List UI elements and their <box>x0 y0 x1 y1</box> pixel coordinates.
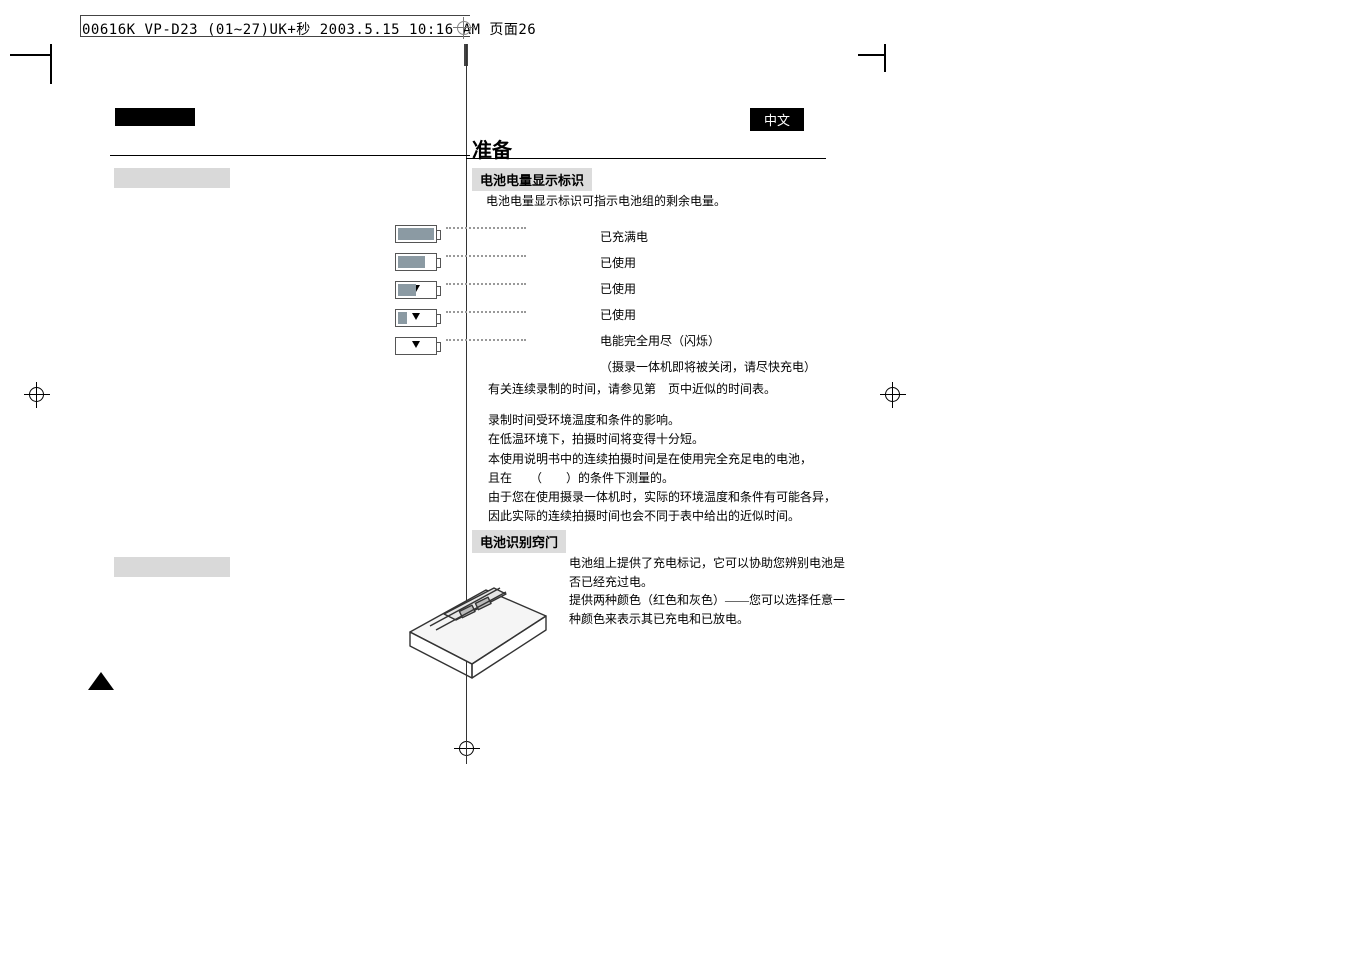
battery-50-icon <box>395 281 437 299</box>
leader-dots <box>446 311 526 313</box>
battery-level-diagram <box>395 225 550 365</box>
level-label: 已使用 <box>600 280 816 297</box>
left-black-tab <box>115 108 195 126</box>
leader-dots <box>446 227 526 229</box>
crop-mark <box>10 54 50 56</box>
leader-dots <box>446 339 526 341</box>
crop-mark <box>884 44 886 72</box>
header-register-icon <box>453 17 475 39</box>
left-grey-tab-2 <box>114 557 230 577</box>
battery-pack-illustration <box>390 554 558 682</box>
note-line: 因此实际的连续拍摄时间也会不同于表中给出的近似时间。 <box>488 507 888 526</box>
note-line: 由于您在使用摄录一体机时，实际的环境温度和条件有可能各异， <box>488 488 888 507</box>
battery-level-labels: 已充满电 已使用 已使用 已使用 电能完全用尽（闪烁） （摄录一体机即将被关闭，… <box>600 228 816 384</box>
level-label: 电能完全用尽（闪烁） <box>600 332 816 349</box>
leader-dots <box>446 283 526 285</box>
notes-block: 有关连续录制的时间，请参见第 页中近似的时间表。 录制时间受环境温度和条件的影响… <box>488 380 888 526</box>
registration-mark-icon <box>454 736 480 762</box>
note-line: 有关连续录制的时间，请参见第 页中近似的时间表。 <box>488 380 888 399</box>
battery-75-icon <box>395 253 437 271</box>
battery-25-icon <box>395 309 437 327</box>
sub-intro: 电池电量显示标识可指示电池组的剩余电量。 <box>486 192 726 211</box>
battery-tip-text: 电池组上提供了充电标记，它可以协助您辨别电池是否已经充过电。 提供两种颜色（红色… <box>569 554 849 628</box>
left-divider <box>110 155 470 156</box>
left-grey-tab <box>114 168 230 188</box>
level-label: 已使用 <box>600 306 816 323</box>
tip-line: 提供两种颜色（红色和灰色）——您可以选择任意一种颜色来表示其已充电和已放电。 <box>569 591 849 628</box>
level-label: 已充满电 <box>600 228 816 245</box>
leader-dots <box>446 255 526 257</box>
page-corner-icon <box>88 672 114 690</box>
level-label: 已使用 <box>600 254 816 271</box>
battery-full-icon <box>395 225 437 243</box>
right-divider <box>466 158 826 159</box>
tip-line: 电池组上提供了充电标记，它可以协助您辨别电池是否已经充过电。 <box>569 554 849 591</box>
note-line: 且在 （ ）的条件下测量的。 <box>488 469 888 488</box>
language-tab: 中文 <box>750 108 804 131</box>
crop-mark <box>50 44 52 84</box>
sub-heading-battery-id: 电池识别窍门 <box>472 530 566 553</box>
battery-empty-icon <box>395 337 437 355</box>
sub-heading-battery-level: 电池电量显示标识 <box>472 168 592 191</box>
registration-mark-icon <box>24 382 50 408</box>
crop-mark <box>858 54 886 56</box>
header-box <box>80 15 470 37</box>
note-line: 录制时间受环境温度和条件的影响。 <box>488 411 888 430</box>
note-line: 在低温环境下，拍摄时间将变得十分短。 <box>488 430 888 449</box>
note-line: 本使用说明书中的连续拍摄时间是在使用完全充足电的电池， <box>488 450 888 469</box>
level-label: （摄录一体机即将被关闭，请尽快充电） <box>600 358 816 375</box>
